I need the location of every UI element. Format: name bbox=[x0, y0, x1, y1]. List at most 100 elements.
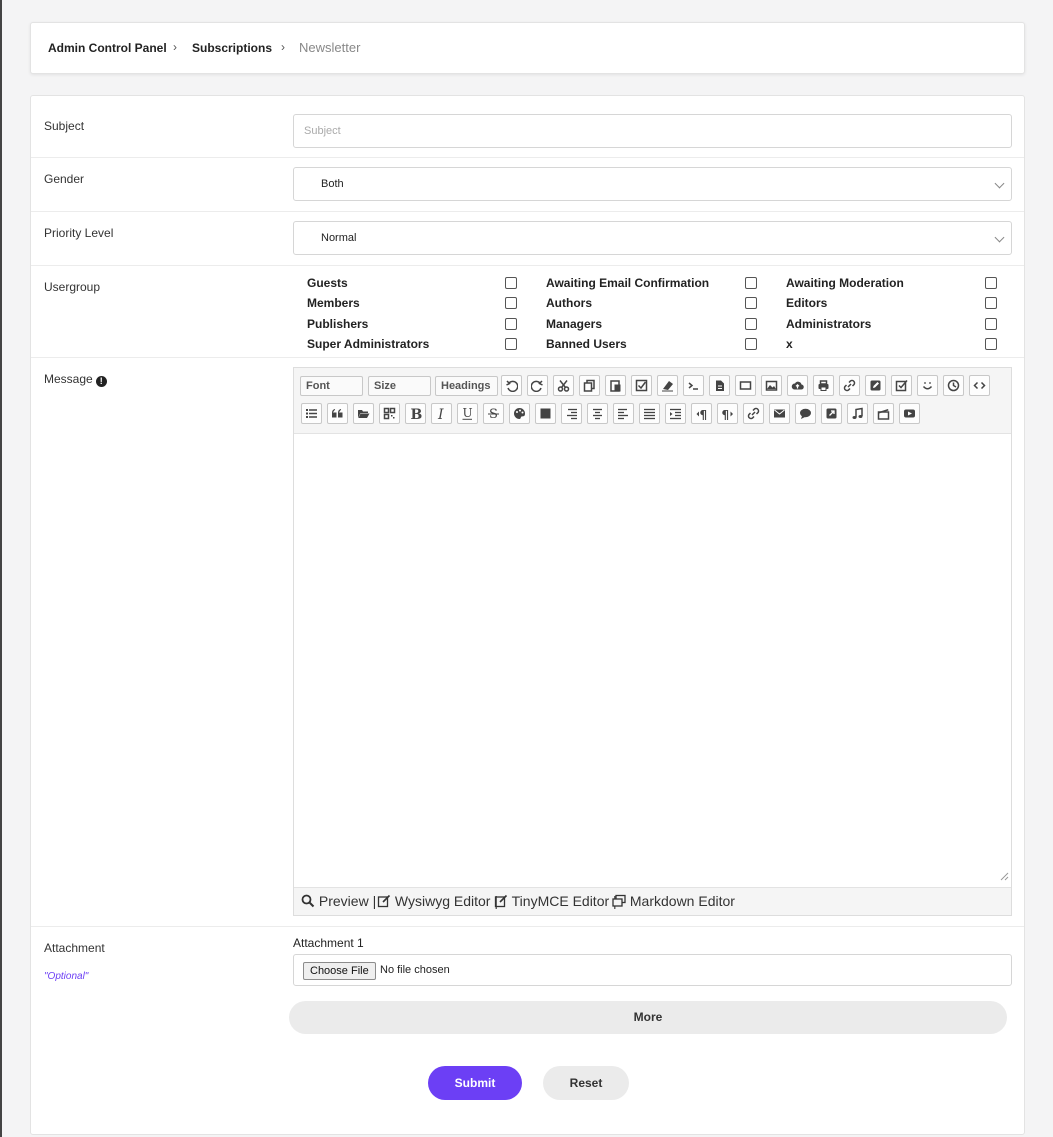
clapperboard-button[interactable] bbox=[873, 403, 894, 424]
usergroup-checkbox-awaiting-moderation[interactable] bbox=[985, 277, 997, 289]
usergroup-checkbox-banned-users[interactable] bbox=[745, 338, 757, 350]
usergroup-checkbox-x[interactable] bbox=[985, 338, 997, 350]
paste-icon bbox=[610, 380, 621, 392]
markdown-label: Markdown Editor bbox=[629, 893, 735, 909]
undo-button[interactable] bbox=[501, 375, 522, 396]
breadcrumb-admin-control-panel[interactable]: Admin Control Panel bbox=[48, 41, 167, 55]
align-left-button[interactable] bbox=[613, 403, 634, 424]
list-button[interactable] bbox=[301, 403, 322, 424]
usergroup-checkbox-members[interactable] bbox=[505, 297, 517, 309]
preview-link[interactable]: Preview | bbox=[301, 893, 376, 909]
source-code-button[interactable] bbox=[969, 375, 990, 396]
comment-button[interactable] bbox=[795, 403, 816, 424]
strikethrough-button[interactable]: S bbox=[483, 403, 504, 424]
usergroup-label: Usergroup bbox=[44, 280, 101, 294]
music-button[interactable] bbox=[847, 403, 868, 424]
history-button[interactable] bbox=[943, 375, 964, 396]
paragraph-ltr-button[interactable]: ¶ bbox=[691, 403, 712, 424]
fill-square-button[interactable] bbox=[535, 403, 556, 424]
indent-button[interactable] bbox=[665, 403, 686, 424]
gender-select[interactable]: Both bbox=[293, 167, 1012, 201]
document-icon bbox=[716, 380, 724, 391]
usergroup-option-label: Authors bbox=[546, 296, 592, 310]
cut-icon bbox=[557, 380, 570, 392]
priority-value: Normal bbox=[321, 232, 357, 244]
font-select[interactable]: Font bbox=[300, 376, 363, 396]
chain-link-icon bbox=[747, 407, 760, 420]
align-right-button[interactable] bbox=[561, 403, 582, 424]
markdown-editor-link[interactable]: Markdown Editor bbox=[612, 893, 735, 909]
cloud-upload-button[interactable] bbox=[787, 375, 808, 396]
folder-open-button[interactable] bbox=[353, 403, 374, 424]
document-button[interactable] bbox=[709, 375, 730, 396]
usergroup-option-label: Publishers bbox=[307, 317, 369, 331]
image-button[interactable] bbox=[761, 375, 782, 396]
breadcrumb: Admin Control Panel › Subscriptions › Ne… bbox=[30, 22, 1025, 74]
align-justify-button[interactable] bbox=[639, 403, 660, 424]
editor-toolbar: Font Size Headings B I U S ¶ ¶ bbox=[294, 368, 1011, 434]
priority-select[interactable]: Normal bbox=[293, 221, 1012, 255]
select-all-button[interactable] bbox=[631, 375, 652, 396]
code-button[interactable] bbox=[683, 375, 704, 396]
edit-icon bbox=[494, 894, 508, 908]
external-square-button[interactable] bbox=[821, 403, 842, 424]
redo-button[interactable] bbox=[527, 375, 548, 396]
divider bbox=[31, 157, 1024, 158]
usergroup-checkbox-editors[interactable] bbox=[985, 297, 997, 309]
submit-button[interactable]: Submit bbox=[428, 1066, 522, 1100]
underline-button[interactable]: U bbox=[457, 403, 478, 424]
link-icon bbox=[843, 379, 856, 392]
subject-field[interactable] bbox=[293, 114, 1012, 148]
message-textarea[interactable] bbox=[294, 434, 1011, 884]
print-button[interactable] bbox=[813, 375, 834, 396]
align-justify-icon bbox=[644, 408, 655, 420]
align-center-icon bbox=[593, 408, 602, 420]
size-select[interactable]: Size bbox=[368, 376, 431, 396]
bold-button[interactable]: B bbox=[405, 403, 426, 424]
more-button[interactable]: More bbox=[289, 1001, 1007, 1034]
redo-icon bbox=[531, 380, 543, 392]
usergroup-checkbox-managers[interactable] bbox=[745, 318, 757, 330]
italic-button[interactable]: I bbox=[431, 403, 452, 424]
file-status: No file chosen bbox=[380, 964, 450, 976]
info-icon[interactable]: ! bbox=[95, 376, 107, 387]
breadcrumb-subscriptions[interactable]: Subscriptions bbox=[192, 41, 272, 55]
edit-square-button[interactable] bbox=[865, 375, 886, 396]
youtube-button[interactable] bbox=[899, 403, 920, 424]
rectangle-button[interactable] bbox=[735, 375, 756, 396]
link-button[interactable] bbox=[839, 375, 860, 396]
gender-value: Both bbox=[321, 178, 344, 190]
choose-file-button[interactable]: Choose File bbox=[303, 962, 376, 980]
eraser-button[interactable] bbox=[657, 375, 678, 396]
copy-button[interactable] bbox=[579, 375, 600, 396]
qrcode-icon bbox=[383, 407, 396, 420]
smiley-button[interactable] bbox=[917, 375, 938, 396]
checkbox-edit-button[interactable] bbox=[891, 375, 912, 396]
usergroup-checkbox-guests[interactable] bbox=[505, 277, 517, 289]
usergroup-checkbox-super-administrators[interactable] bbox=[505, 338, 517, 350]
palette-button[interactable] bbox=[509, 403, 530, 424]
window-restore-icon bbox=[612, 894, 626, 907]
usergroup-checkbox-administrators[interactable] bbox=[985, 318, 997, 330]
usergroup-checkbox-awaiting-email[interactable] bbox=[745, 277, 757, 289]
reset-button[interactable]: Reset bbox=[543, 1066, 629, 1100]
tinymce-editor-link[interactable]: TinyMCE Editor | bbox=[494, 893, 617, 909]
subject-input[interactable] bbox=[294, 115, 1011, 147]
search-icon bbox=[301, 894, 315, 908]
paste-button[interactable] bbox=[605, 375, 626, 396]
wysiwyg-editor-link[interactable]: Wysiwyg Editor | bbox=[377, 893, 498, 909]
resize-grip-icon[interactable] bbox=[1000, 872, 1009, 881]
envelope-button[interactable] bbox=[769, 403, 790, 424]
paragraph-rtl-button[interactable]: ¶ bbox=[717, 403, 738, 424]
headings-select[interactable]: Headings bbox=[435, 376, 498, 396]
qrcode-button[interactable] bbox=[379, 403, 400, 424]
usergroup-checkbox-publishers[interactable] bbox=[505, 318, 517, 330]
paragraph-rtl-icon: ¶ bbox=[722, 408, 733, 420]
priority-label: Priority Level bbox=[44, 226, 114, 240]
external-square-icon bbox=[826, 408, 837, 419]
cut-button[interactable] bbox=[553, 375, 574, 396]
usergroup-checkbox-authors[interactable] bbox=[745, 297, 757, 309]
quote-button[interactable] bbox=[327, 403, 348, 424]
chain-link-button[interactable] bbox=[743, 403, 764, 424]
align-center-button[interactable] bbox=[587, 403, 608, 424]
